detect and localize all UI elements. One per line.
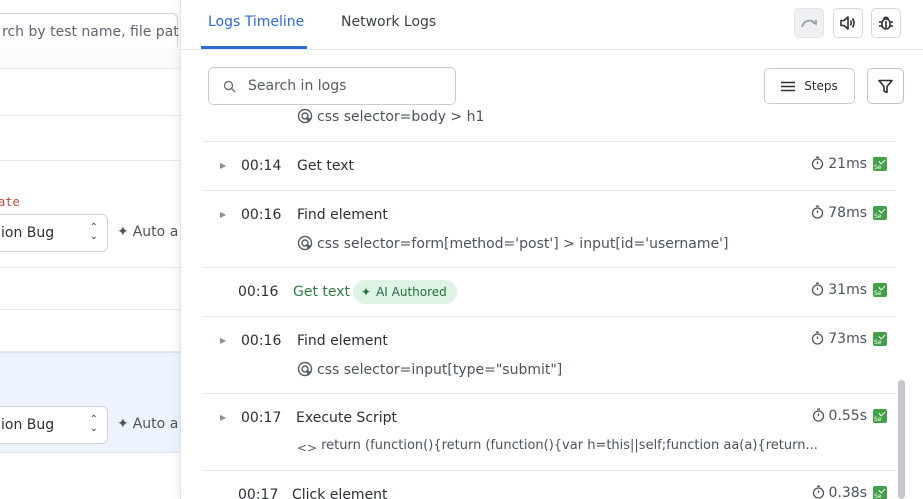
sparkle-icon: ✦ (117, 416, 129, 432)
filter-icon (878, 79, 893, 93)
log-name: Find element (297, 333, 388, 349)
log-row[interactable]: ▶ 00:16 Find element 73ms css selector=i… (203, 317, 895, 394)
auto-label: Auto a (132, 416, 179, 432)
test-list-row[interactable] (0, 161, 180, 268)
log-name: Get text (293, 284, 351, 300)
log-row[interactable]: ▶ 00:14 Get text 21ms (203, 142, 895, 191)
stopwatch-icon (812, 156, 824, 170)
test-list-panel: rch by test name, file path, ate ion Bug… (0, 0, 180, 499)
log-row[interactable]: 00:17 Click element 0.38s (203, 471, 895, 499)
bug-icon (879, 16, 893, 30)
log-duration: 31ms (811, 282, 867, 298)
bug-type-value: ion Bug (1, 417, 55, 433)
speaker-icon (840, 16, 855, 30)
search-input[interactable] (248, 76, 448, 96)
tab-bar: Logs Timeline Network Logs (181, 0, 923, 50)
log-time: 00:17 (238, 487, 279, 499)
steps-button[interactable]: Steps (764, 68, 855, 104)
log-search-field[interactable] (208, 67, 456, 105)
selenium-check-icon (873, 409, 887, 423)
log-name: Get text (297, 158, 355, 174)
stopwatch-icon (812, 408, 824, 422)
log-row[interactable]: ▶ 00:17 Execute Script 0.55s <>return (f… (203, 394, 895, 471)
chevron-updown-icon: ⌃ ⌄ (89, 414, 98, 434)
log-detail-text: css selector=form[method='post'] > input… (317, 236, 729, 252)
log-duration: 78ms (811, 205, 867, 221)
auto-analyze-button[interactable]: ✦ Auto a (117, 416, 178, 432)
sparkle-icon: ✦ (361, 285, 372, 299)
stopwatch-icon (812, 485, 824, 499)
active-tab-indicator (201, 46, 307, 49)
tab-network-logs[interactable]: Network Logs (341, 14, 436, 30)
log-row[interactable]: 00:16 Get text ✦ AI Authored 31ms (203, 268, 895, 317)
bug-type-select[interactable]: ion Bug ⌃ ⌄ (0, 406, 108, 444)
log-row[interactable]: ▶ 00:16 Find element 78ms css selector=f… (203, 191, 895, 268)
log-detail: css selector=body > h1 (297, 108, 484, 125)
sound-button[interactable] (833, 8, 863, 38)
selenium-check-icon (873, 332, 887, 346)
code-icon: <> (297, 441, 318, 455)
log-time: 00:16 (238, 284, 279, 300)
log-name: Execute Script (296, 410, 398, 426)
log-detail: css selector=form[method='post'] > input… (297, 235, 728, 252)
test-list-row[interactable] (0, 116, 180, 161)
target-cursor-icon (297, 361, 313, 377)
expand-caret-icon[interactable]: ▶ (220, 210, 226, 219)
expand-caret-icon[interactable]: ▶ (220, 413, 226, 422)
test-list-row[interactable] (0, 69, 180, 116)
log-time: 00:14 (241, 158, 282, 174)
test-list-row[interactable] (0, 268, 180, 310)
filter-button[interactable] (867, 68, 904, 104)
ai-authored-badge: ✦ AI Authored (353, 280, 457, 304)
stopwatch-icon (812, 205, 824, 219)
log-duration: 0.38s (812, 485, 867, 499)
test-list-header (0, 47, 180, 69)
log-name: Click element (292, 487, 388, 499)
log-list: css selector=body > h1 ▶ 00:14 Get text … (203, 105, 895, 499)
redo-icon (801, 19, 817, 28)
expand-caret-icon[interactable]: ▶ (220, 161, 226, 170)
log-row[interactable]: css selector=body > h1 (203, 105, 895, 142)
log-detail: css selector=input[type="submit"] (297, 361, 562, 378)
log-duration: 0.55s (812, 408, 867, 424)
logs-drawer: Logs Timeline Network Logs Steps css sel… (180, 0, 923, 499)
test-list-row[interactable] (0, 310, 180, 352)
menu-icon (781, 81, 796, 91)
steps-label: Steps (804, 79, 838, 93)
stopwatch-icon (812, 282, 824, 296)
selenium-check-icon (873, 283, 887, 297)
expand-caret-icon[interactable]: ▶ (220, 336, 226, 345)
test-search-input[interactable]: rch by test name, file path, (0, 13, 180, 51)
tab-logs-timeline[interactable]: Logs Timeline (208, 14, 304, 30)
selenium-check-icon (873, 486, 887, 499)
stopwatch-icon (812, 331, 824, 345)
log-duration: 21ms (811, 156, 867, 172)
log-duration: 73ms (811, 331, 867, 347)
log-detail: <> return (function(){return (function(){… (297, 438, 818, 455)
log-detail-text: css selector=input[type="submit"] (317, 362, 563, 378)
target-cursor-icon (297, 108, 313, 124)
log-time: 00:16 (241, 333, 282, 349)
log-detail-text: css selector=body > h1 (317, 109, 485, 125)
selenium-check-icon (873, 157, 887, 171)
selenium-check-icon (873, 206, 887, 220)
debug-button[interactable] (871, 8, 901, 38)
log-name: Find element (297, 207, 388, 223)
log-time: 00:17 (241, 410, 282, 426)
log-scrollbar-thumb[interactable] (898, 380, 905, 499)
target-cursor-icon (297, 235, 313, 251)
log-detail-text: return (function(){return (function(){va… (321, 438, 818, 453)
redo-button[interactable] (794, 8, 824, 38)
log-time: 00:16 (241, 207, 282, 223)
search-icon (223, 80, 236, 93)
